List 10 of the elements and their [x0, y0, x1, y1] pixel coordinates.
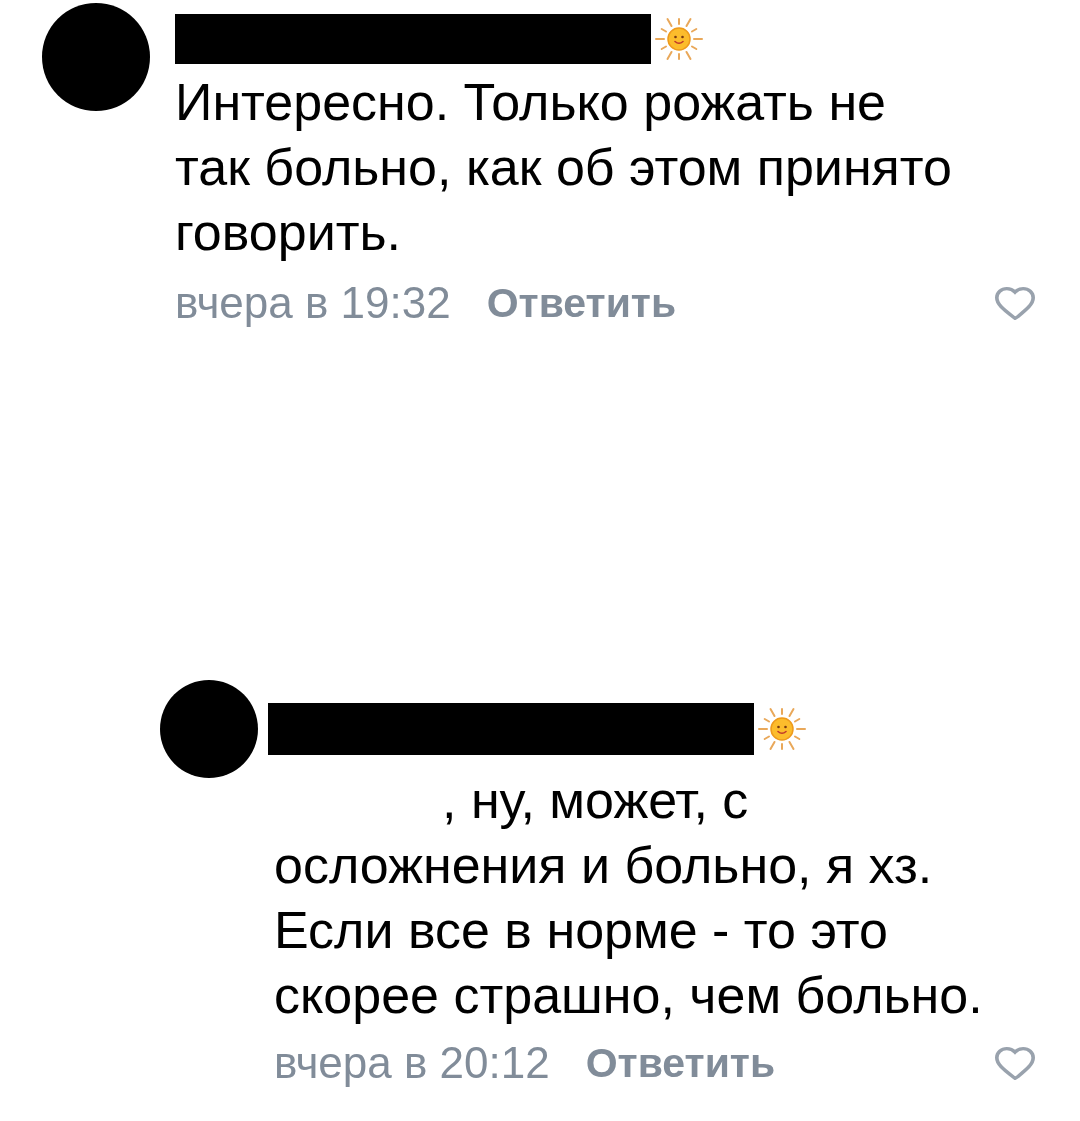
comment-text: Интересно. Только рожать не так больно, как об этом принято говорить.: [175, 72, 953, 263]
comment-time: вчера в 19:32: [175, 278, 451, 328]
reply-link[interactable]: Ответить: [585, 1039, 776, 1087]
heart-icon[interactable]: [995, 286, 1035, 320]
reply-link[interactable]: Ответить: [486, 279, 677, 327]
sun-face-icon: [655, 15, 703, 63]
comment-text: , ну, может, с осложнения и больно, я хз. Если все в норме - то это скорее страшно, чем больно.: [273, 770, 984, 1026]
sun-face-icon: [758, 705, 806, 753]
comment-time: вчера в 20:12: [274, 1038, 550, 1088]
heart-icon[interactable]: [995, 1046, 1035, 1080]
